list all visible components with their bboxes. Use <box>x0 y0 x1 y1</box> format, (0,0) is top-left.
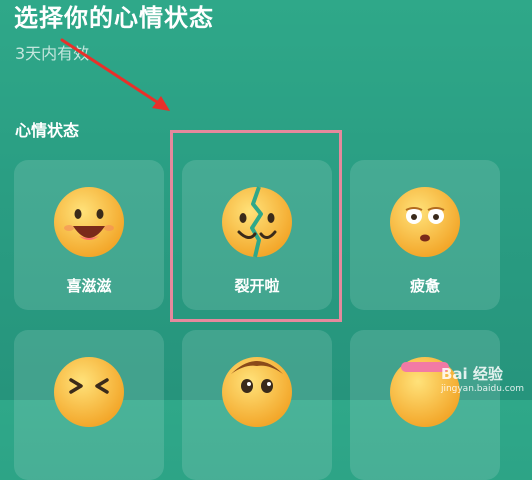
watermark-url: jingyan.baidu.com <box>440 384 524 394</box>
annotation-arrow-icon <box>60 38 170 111</box>
watermark-brand: Bai 经验 <box>440 365 503 383</box>
watermark: Bai 经验 jingyan.baidu.com <box>441 363 524 394</box>
